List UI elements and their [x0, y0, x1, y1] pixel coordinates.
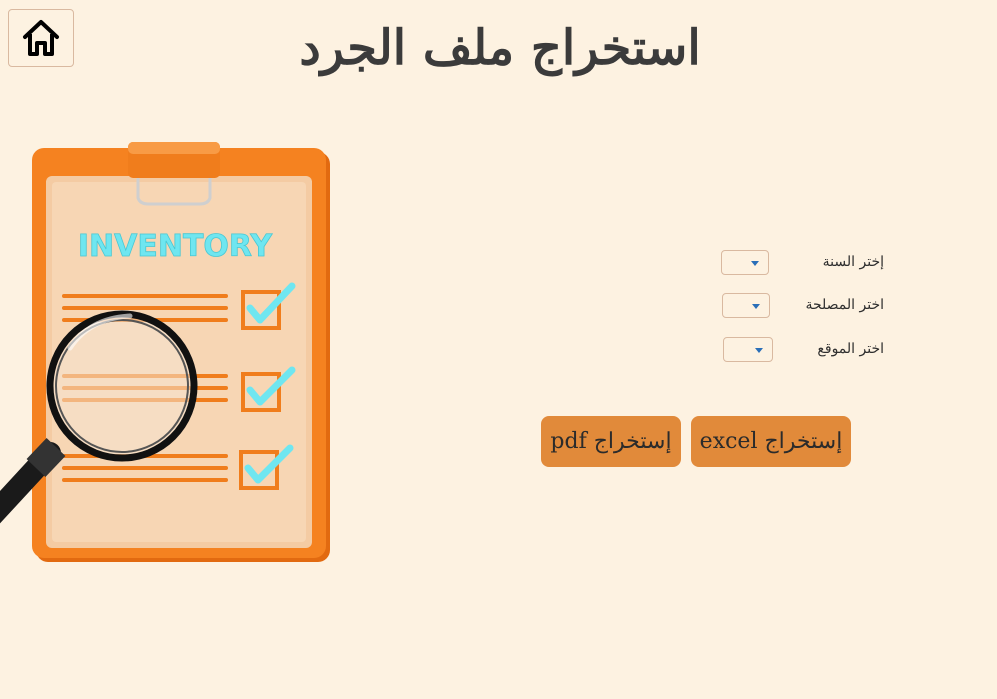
year-row: إختر السنة	[720, 250, 884, 276]
home-icon	[23, 20, 59, 56]
department-row: اختر المصلحة	[721, 293, 884, 319]
inventory-label: INVENTORY	[78, 229, 274, 264]
year-select[interactable]	[721, 250, 769, 275]
location-label: اختر الموقع	[817, 341, 884, 357]
extract-pdf-button[interactable]: إستخراج pdf	[541, 416, 681, 467]
year-label: إختر السنة	[822, 254, 884, 270]
chevron-down-icon	[755, 348, 763, 353]
extract-inventory-page: استخراج ملف الجرد INVENTORY إختر السنة ا…	[0, 0, 997, 699]
home-button[interactable]	[8, 9, 74, 67]
location-select[interactable]	[723, 337, 773, 362]
chevron-down-icon	[752, 304, 760, 309]
location-row: اختر الموقع	[722, 337, 884, 363]
clipboard-magnifier-illustration: INVENTORY	[0, 142, 330, 562]
department-label: اختر المصلحة	[805, 297, 884, 313]
chevron-down-icon	[751, 261, 759, 266]
page-title: استخراج ملف الجرد	[299, 20, 701, 76]
department-select[interactable]	[722, 293, 770, 318]
extract-excel-button[interactable]: إستخراج excel	[691, 416, 851, 467]
